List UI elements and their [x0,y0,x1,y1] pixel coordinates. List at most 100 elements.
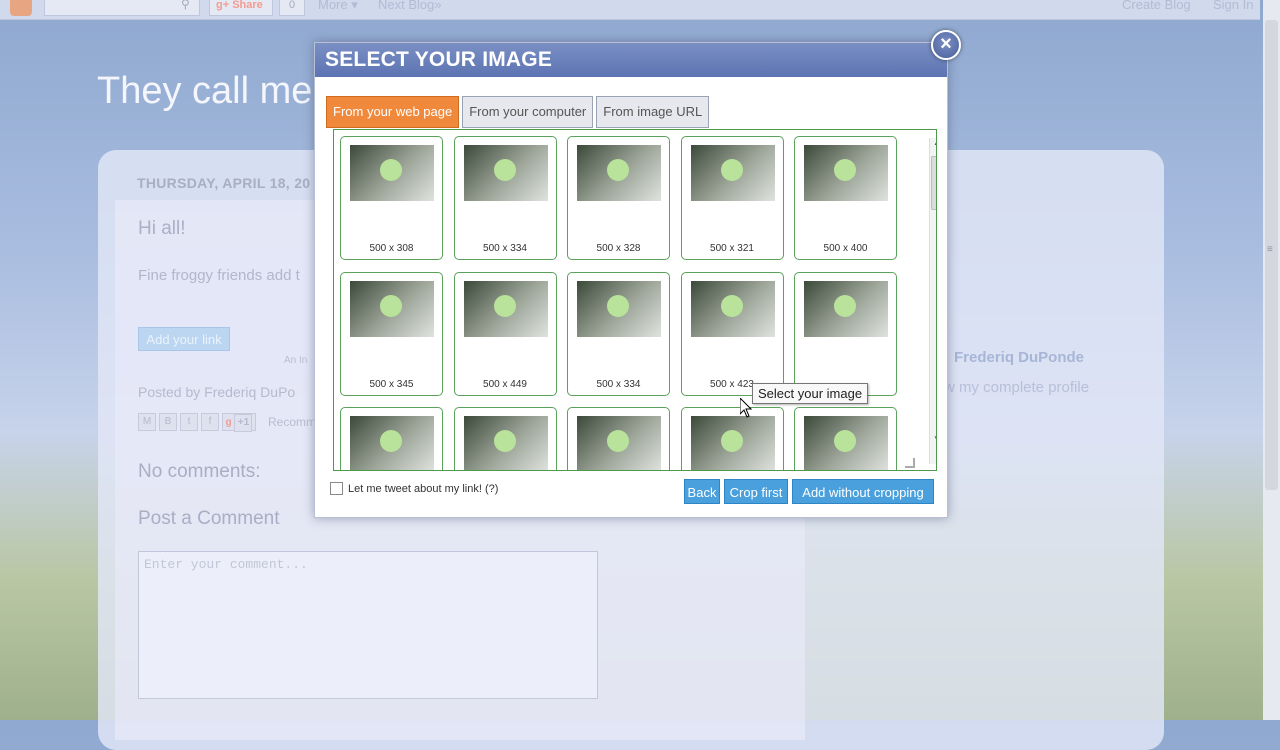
tweet-label: Let me tweet about my link! (?) [348,482,499,495]
image-grid-scrollbar-thumb[interactable] [931,156,936,210]
post-date: THURSDAY, APRIL 18, 20 [137,175,311,191]
no-comments-heading: No comments: [138,461,261,482]
frog-figure [607,430,629,452]
chevron-down-icon: ▾ [351,0,358,12]
frog-figure [493,294,516,317]
image-grid-scrollbar[interactable]: ▲ ▼ [929,138,936,464]
sign-in-link[interactable]: Sign In [1213,0,1253,12]
frog-photo-thumbnail [804,145,888,201]
blogthis-icon[interactable]: B [159,413,177,431]
back-button[interactable]: Back [684,479,720,504]
frog-photo-thumbnail [350,145,434,201]
image-thumbnail-cell[interactable]: 500 x 308 [340,136,443,260]
image-thumbnail-cell[interactable] [340,407,443,470]
navbar-search-input[interactable] [44,0,200,16]
recommend-text: Recomm [268,415,317,429]
crop-first-button[interactable]: Crop first [724,479,788,504]
image-thumbnail-cell[interactable]: 500 x 334 [453,136,557,260]
image-thumbnail-cell[interactable]: 500 x 345 [340,271,443,396]
frog-figure [720,159,743,181]
gplus-one-button[interactable]: g +1 [222,413,256,432]
image-thumbnail-cell[interactable]: 500 x 334 [567,271,670,396]
image-dimensions: 500 x 334 [483,243,527,254]
image-thumbnail-cell[interactable]: 500 x 400 [794,136,897,260]
page-scrollbar[interactable]: ≡ [1263,0,1280,720]
frog-figure [720,430,743,452]
image-dimensions: 500 x 321 [710,243,754,254]
frog-figure [834,430,856,452]
image-thumbnail-cell[interactable]: 500 x 449 [453,271,557,396]
tab-image-url[interactable]: From image URL [596,96,710,128]
frog-photo-thumbnail [577,280,661,337]
image-thumbnail-cell[interactable]: 500 x 321 [680,136,784,260]
frog-figure [834,294,856,317]
image-grid-frame: 500 x 308 500 x 334 500 x 328 500 x 321 500 … [333,129,937,471]
image-dimensions: 500 x 334 [596,378,641,390]
blogger-navbar: ⚲ g+ Share 0 More ▾ Next Blog» Create Bl… [0,0,1260,20]
scroll-up-icon[interactable]: ▲ [933,138,936,147]
frog-photo-thumbnail [804,280,888,337]
share-icons: M B t f g +1 [138,413,256,432]
add-without-cropping-button[interactable]: Add without cropping [792,479,934,504]
tab-computer[interactable]: From your computer [462,96,594,128]
frog-figure [834,159,856,181]
scroll-down-icon[interactable]: ▼ [933,434,936,443]
frog-photo-thumbnail [804,416,888,470]
post-greeting: Hi all! [138,218,186,239]
frog-photo-thumbnail [577,416,661,470]
frog-photo-thumbnail [463,416,548,470]
next-blog-link[interactable]: Next Blog» [378,0,442,12]
dialog-title: SELECT YOUR IMAGE [315,43,947,77]
image-thumbnail-cell[interactable] [794,407,897,470]
frog-photo-thumbnail [690,280,775,337]
frog-figure [720,294,743,317]
more-menu[interactable]: More ▾ [318,0,358,13]
frog-figure [380,294,402,317]
image-dimensions: 500 x 328 [596,243,641,254]
frog-photo-thumbnail [690,416,775,470]
frog-photo-thumbnail [350,416,434,470]
image-thumbnail-cell[interactable] [567,407,670,470]
frog-photo-thumbnail [690,145,775,201]
comment-textarea[interactable]: Enter your comment... [138,551,598,699]
frog-photo-thumbnail [350,280,434,337]
image-thumbnail-cell[interactable] [680,407,784,470]
frog-figure [607,294,629,317]
search-icon[interactable]: ⚲ [181,0,190,11]
blogger-logo-icon[interactable] [10,0,32,16]
blog-title: They call me [97,70,313,112]
image-thumbnail-cell[interactable] [453,407,557,470]
tweet-checkbox[interactable] [330,482,343,495]
share-button[interactable]: g+ Share [209,0,273,16]
frog-photo-thumbnail [463,280,548,337]
resize-grip-icon[interactable] [905,458,915,468]
image-dimensions: 500 x 345 [369,378,414,390]
inlinkz-caption: An In [284,355,308,366]
gplus-icon: g+ [216,0,233,11]
image-thumbnail-cell[interactable]: 500 x 423 [680,271,784,396]
frog-figure [493,430,516,452]
twitter-icon[interactable]: t [180,413,198,431]
posted-by: Posted by Frederiq DuPo [138,384,296,400]
tab-web-page[interactable]: From your web page [326,96,460,128]
close-icon[interactable]: × [931,30,961,60]
frog-figure [493,159,516,181]
grip-icon: ≡ [1267,244,1273,255]
add-your-link-button[interactable]: Add your link [138,327,230,351]
image-dimensions: 500 x 308 [369,243,414,254]
post-comment-heading: Post a Comment [138,508,280,529]
image-thumbnail-cell[interactable] [794,271,897,396]
author-name[interactable]: Frederiq DuPonde [954,349,1084,366]
image-dimensions: 500 x 449 [483,378,527,390]
email-icon[interactable]: M [138,413,156,431]
facebook-icon[interactable]: f [201,413,219,431]
image-thumbnail-cell[interactable]: 500 x 328 [567,136,670,260]
post-text: Fine froggy friends add t [138,267,300,284]
create-blog-link[interactable]: Create Blog [1122,0,1191,12]
frog-figure [380,159,402,181]
frog-figure [607,159,629,181]
frog-photo-thumbnail [463,145,548,201]
view-profile-link[interactable]: w my complete profile [944,379,1089,396]
page-scrollbar-thumb[interactable] [1265,20,1278,490]
mouse-cursor-icon [740,398,752,418]
